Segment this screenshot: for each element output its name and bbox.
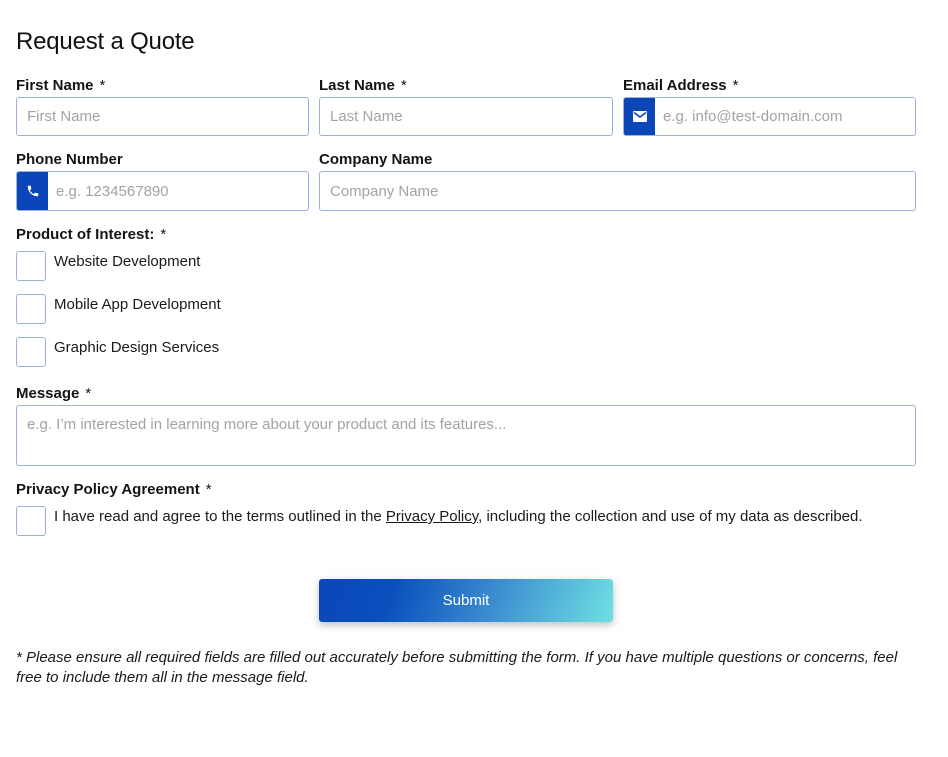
email-input[interactable]	[655, 98, 915, 135]
footnote: * Please ensure all required fields are …	[16, 649, 898, 686]
message-label-text: Message	[16, 385, 80, 402]
company-label: Company Name	[319, 151, 432, 168]
email-label: Email Address *	[623, 77, 739, 94]
mobile-app-development-checkbox[interactable]	[16, 294, 46, 324]
message-field-wrapper	[16, 405, 916, 466]
required-marker: *	[99, 77, 106, 94]
required-marker: *	[732, 77, 739, 94]
graphic-design-services-checkbox[interactable]	[16, 337, 46, 367]
first-name-label-text: First Name	[16, 77, 94, 94]
required-marker: *	[205, 481, 212, 498]
phone-label-text: Phone Number	[16, 151, 123, 168]
page-title: Request a Quote	[16, 28, 195, 55]
privacy-label-text: Privacy Policy Agreement	[16, 481, 200, 498]
last-name-label: Last Name *	[319, 77, 407, 94]
envelope-icon	[624, 98, 655, 135]
phone-field-wrapper	[16, 171, 309, 211]
first-name-input[interactable]	[17, 98, 308, 135]
privacy-text-after: , including the collection and use of my…	[478, 508, 863, 525]
mobile-app-development-label: Mobile App Development	[54, 296, 221, 313]
message-textarea[interactable]	[17, 406, 915, 465]
first-name-field-wrapper	[16, 97, 309, 136]
required-marker: *	[160, 226, 167, 243]
company-input[interactable]	[320, 172, 915, 210]
privacy-agreement-text: I have read and agree to the terms outli…	[54, 508, 863, 525]
last-name-field-wrapper	[319, 97, 613, 136]
required-marker: *	[85, 385, 92, 402]
company-label-text: Company Name	[319, 151, 433, 168]
privacy-policy-link[interactable]: Privacy Policy	[386, 508, 478, 525]
last-name-label-text: Last Name	[319, 77, 395, 94]
submit-button[interactable]: Submit	[319, 579, 613, 622]
message-label: Message *	[16, 385, 91, 402]
company-field-wrapper	[319, 171, 916, 211]
website-development-checkbox[interactable]	[16, 251, 46, 281]
product-label-text: Product of Interest:	[16, 226, 155, 243]
privacy-label: Privacy Policy Agreement *	[16, 481, 212, 498]
privacy-agreement-checkbox[interactable]	[16, 506, 46, 536]
graphic-design-services-label: Graphic Design Services	[54, 339, 220, 356]
last-name-input[interactable]	[320, 98, 612, 135]
phone-label: Phone Number	[16, 151, 123, 168]
phone-input[interactable]	[48, 172, 308, 210]
product-label: Product of Interest: *	[16, 226, 166, 243]
email-field-wrapper	[623, 97, 916, 136]
first-name-label: First Name *	[16, 77, 105, 94]
phone-icon	[17, 172, 48, 210]
required-marker: *	[400, 77, 407, 94]
website-development-label: Website Development	[54, 253, 201, 270]
privacy-text-before: I have read and agree to the terms outli…	[54, 508, 386, 525]
email-label-text: Email Address	[623, 77, 727, 94]
